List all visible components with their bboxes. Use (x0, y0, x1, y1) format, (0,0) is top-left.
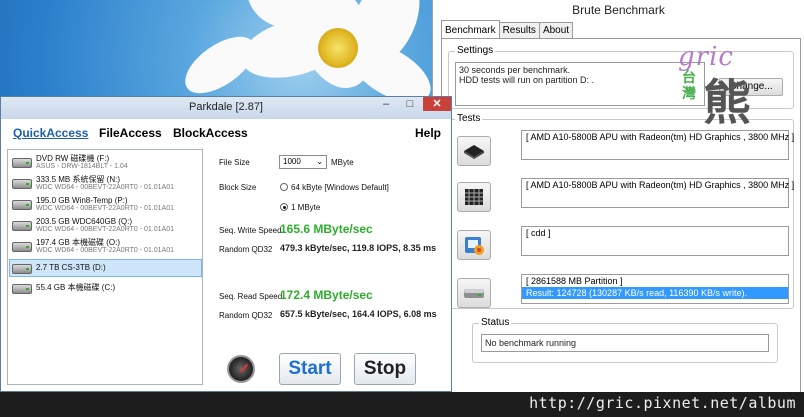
drive-icon (12, 264, 32, 274)
random-read-value: 657.5 kByte/sec, 164.4 IOPS, 6.08 ms (280, 309, 437, 319)
hdd-test-result: [ 2861588 MB Partition ] Result: 124728 … (521, 274, 789, 304)
close-button[interactable]: ✕ (423, 97, 451, 111)
block-size-label: Block Size (219, 183, 257, 192)
result-line: [ cdd ] (526, 228, 551, 238)
seq-write-label: Seq. Write Speed (219, 226, 282, 235)
drive-icon (12, 179, 32, 189)
drive-item[interactable]: 55.4 GB 本機磁碟 (C:) (10, 280, 200, 300)
speedometer-icon (227, 355, 255, 383)
status-group: Status No benchmark running (472, 317, 778, 363)
drive-model: WDC WD64 - 00BEVT-22A0RT0 - 01.01A01 (36, 184, 174, 191)
random-write-value: 479.3 kByte/sec, 119.8 IOPS, 8.35 ms (280, 243, 437, 253)
gauge-needle (240, 363, 249, 373)
hdd-test-button[interactable] (457, 278, 491, 308)
drive-list[interactable]: DVD RW 磁碟機 (F:) ASUS - DRW-1814BLT - 1.04… (7, 149, 203, 385)
drive-model: WDC WD64 - 00BEVT-22A0RT0 - 01.01A01 (36, 226, 174, 233)
graphics-test-result: [ cdd ] (521, 226, 789, 256)
parkdale-window: Parkdale [2.87] – □ ✕ QuickAccess FileAc… (0, 96, 452, 392)
minimize-button[interactable]: – (375, 97, 397, 113)
drive-model: WDC WD64 - 00BEVT-22A0RT0 - 01.01A01 (36, 247, 174, 254)
random-write-label: Random QD32 (219, 245, 273, 254)
drive-item[interactable]: 333.5 MB 系統保留 (N:) WDC WD64 - 00BEVT-22A0… (10, 175, 200, 195)
seq-write-value: 165.6 MByte/sec (280, 222, 373, 236)
seq-read-label: Seq. Read Speed (219, 292, 283, 301)
stop-button[interactable]: Stop (354, 353, 416, 385)
seq-read-value: 172.4 MByte/sec (280, 288, 373, 302)
status-textbox: No benchmark running (481, 334, 769, 352)
parkdale-titlebar[interactable]: Parkdale [2.87] – □ ✕ (1, 97, 451, 119)
drive-icon (12, 158, 32, 168)
drive-model: ASUS - DRW-1814BLT - 1.04 (36, 163, 128, 170)
drive-name: 195.0 GB Win8-Temp (P:) (36, 196, 128, 205)
settings-label: Settings (455, 45, 496, 56)
cpu-test-result: [ AMD A10-5800B APU with Radeon(tm) HD G… (521, 130, 794, 160)
graphics-test-button[interactable] (457, 230, 491, 260)
settings-line: HDD tests will run on partition D: . (459, 75, 595, 85)
watermark-url: http://gric.pixnet.net/album (529, 394, 796, 412)
tests-label: Tests (455, 113, 483, 124)
tab-about[interactable]: About (538, 22, 574, 38)
drive-name: 203.5 GB WDC640GB (Q:) (36, 217, 133, 226)
flower-center (318, 28, 358, 68)
tab-benchmark[interactable]: Benchmark (441, 20, 500, 38)
drive-name: 55.4 GB 本機磁碟 (C:) (36, 283, 116, 292)
maximize-button[interactable]: □ (399, 97, 421, 113)
drive-name: 2.7 TB CS-3TB (D:) (36, 263, 106, 272)
help-menu[interactable]: Help (415, 126, 441, 140)
result-line-selected[interactable]: Result: 124728 (130287 KB/s read, 116390… (522, 287, 788, 299)
cpu-multi-test-result: [ AMD A10-5800B APU with Radeon(tm) HD G… (521, 178, 795, 208)
start-button[interactable]: Start (279, 353, 341, 385)
result-line: [ 2861588 MB Partition ] (526, 276, 623, 286)
file-size-select[interactable]: 1000 ⌄ (279, 155, 327, 169)
cpu-test-button[interactable] (457, 136, 491, 166)
file-size-value: 1000 (283, 157, 301, 166)
parkdale-menubar: QuickAccess FileAccess BlockAccess Help (3, 123, 449, 145)
drive-name: 197.4 GB 本機磁碟 (O:) (36, 238, 121, 247)
drive-item[interactable]: 197.4 GB 本機磁碟 (O:) WDC WD64 - 00BEVT-22A0… (10, 238, 200, 258)
drive-model: WDC WD64 - 00BEVT-22A0RT0 - 01.01A01 (36, 205, 174, 212)
block-size-1m-radio[interactable] (280, 203, 288, 211)
drive-item[interactable]: DVD RW 磁碟機 (F:) ASUS - DRW-1814BLT - 1.04 (10, 154, 200, 174)
drive-icon (12, 284, 32, 294)
file-size-label: File Size (219, 158, 250, 167)
cpu-chip-icon (464, 145, 484, 159)
block-size-64k-radio[interactable] (280, 183, 288, 191)
graphics-card-icon (465, 237, 484, 255)
tab-fileaccess[interactable]: FileAccess (99, 126, 162, 140)
drive-icon (12, 242, 32, 252)
block-size-64k-label: 64 kByte [Windows Default] (291, 183, 389, 192)
drive-item-selected[interactable]: 2.7 TB CS-3TB (D:) (9, 259, 202, 277)
hard-disk-icon (464, 289, 484, 298)
cpu-multi-test-button[interactable] (457, 182, 491, 212)
drive-item[interactable]: 203.5 GB WDC640GB (Q:) WDC WD64 - 00BEVT-… (10, 217, 200, 237)
drive-name: 333.5 MB 系統保留 (N:) (36, 175, 121, 184)
parkdale-title: Parkdale [2.87] (189, 101, 263, 113)
tests-group: Tests [ AMD A10-5800B APU with Radeon(tm… (448, 113, 795, 309)
drive-icon (12, 221, 32, 231)
brute-tabs: Benchmark Results About (441, 20, 574, 38)
tab-results[interactable]: Results (498, 22, 540, 38)
block-size-1m-label: 1 MByte (291, 203, 321, 212)
drive-icon (12, 200, 32, 210)
tab-quickaccess[interactable]: QuickAccess (13, 126, 88, 140)
watermark-bear: 熊 (703, 75, 752, 131)
brute-title: Brute Benchmark (433, 0, 804, 21)
random-read-label: Random QD32 (219, 311, 273, 320)
drive-name: DVD RW 磁碟機 (F:) (36, 154, 110, 163)
settings-line: 30 seconds per benchmark. (459, 65, 571, 75)
watermark-taiwan: 台灣 (682, 70, 696, 102)
chevron-down-icon: ⌄ (316, 157, 323, 166)
file-size-unit: MByte (331, 158, 354, 167)
drive-item[interactable]: 195.0 GB Win8-Temp (P:) WDC WD64 - 00BEVT… (10, 196, 200, 216)
status-label: Status (479, 317, 512, 328)
cpu-grid-icon (465, 189, 483, 205)
tab-blockaccess[interactable]: BlockAccess (173, 126, 248, 140)
settings-textbox: 30 seconds per benchmark. HDD tests will… (455, 62, 705, 106)
result-line: [ AMD A10-5800B APU with Radeon(tm) HD G… (526, 180, 795, 190)
